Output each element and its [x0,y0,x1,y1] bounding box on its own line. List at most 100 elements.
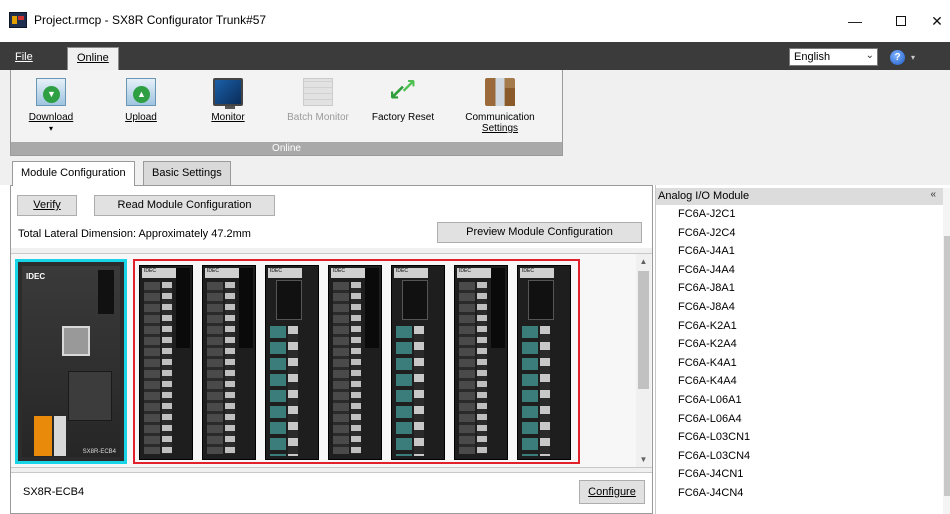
tab-basic-settings[interactable]: Basic Settings [143,161,231,185]
list-item[interactable]: FC6A-J4CN1 [656,465,941,484]
communication-settings-icon [485,78,515,106]
app-icon [9,12,27,28]
catalog-scrollbar[interactable] [943,188,950,514]
settings-label: Settings [481,123,519,134]
io-terminal-strip [459,282,475,454]
list-item[interactable]: FC6A-J2C1 [656,205,941,224]
preview-module-configuration-button[interactable]: Preview Module Configuration [437,222,642,243]
batch-monitor-icon [303,78,333,106]
io-module-7[interactable]: IDEC [517,265,571,460]
io-module-4[interactable]: IDEC [328,265,382,460]
communication-settings-button[interactable]: Communication Settings [459,78,541,146]
tab-bar: Module Configuration Basic Settings [0,159,950,186]
read-module-configuration-button[interactable]: Read Module Configuration [94,195,275,216]
cpu-led-panel [98,270,114,314]
help-icon[interactable]: ? [890,50,905,65]
io-module-6[interactable]: IDEC [454,265,508,460]
title-bar: Project.rmcp - SX8R Configurator Trunk#5… [0,0,950,42]
list-item[interactable]: FC6A-L03CN4 [656,447,941,466]
collapse-icon[interactable]: « [930,189,936,200]
catalog-scroll-thumb[interactable] [944,236,950,496]
io-pins [351,282,361,454]
scroll-up-icon[interactable]: ▲ [636,254,651,269]
list-item[interactable]: FC6A-K4A1 [656,354,941,373]
language-select[interactable]: English ⌄ [789,48,878,66]
menu-online[interactable]: Online [67,47,119,70]
monitor-label: Monitor [211,112,245,123]
io-terminal-strip [270,326,286,456]
power-terminal-icon [34,416,52,456]
list-item[interactable]: FC6A-J4A4 [656,261,941,280]
chevron-down-icon: ⌄ [865,50,874,61]
io-terminal-strip [207,282,223,454]
menu-bar: File Online English ⌄ ? ▾ [0,42,950,70]
io-module-3[interactable]: IDEC [265,265,319,460]
selected-module-name: SX8R-ECB4 [23,486,85,498]
io-module-label-strip [176,268,190,348]
monitor-button[interactable]: Monitor [203,78,253,146]
maximize-button[interactable] [878,0,924,42]
list-item[interactable]: FC6A-L03CN1 [656,428,941,447]
list-item[interactable]: FC6A-K4A4 [656,372,941,391]
upload-icon [126,78,156,106]
cpu-brand-logo: IDEC [26,272,46,281]
io-module-brand: IDEC [142,268,176,278]
download-dropdown-icon[interactable]: ▾ [22,124,80,133]
ribbon-area: Download ▾ Upload Monitor Batch Monitor … [0,70,950,159]
catalog-category-header[interactable]: Analog I/O Module « [656,188,946,205]
module-detail-bar: SX8R-ECB4 Configure [11,472,652,513]
list-item[interactable]: FC6A-K2A4 [656,335,941,354]
io-pins [162,282,172,454]
io-module-group: IDEC IDEC IDEC IDEC IDEC IDEC IDEC [133,259,580,464]
factory-reset-icon [388,74,418,106]
ribbon-group-label: Online [11,142,562,155]
list-item[interactable]: FC6A-L06A4 [656,410,941,429]
window-title: Project.rmcp - SX8R Configurator Trunk#5… [34,13,267,27]
close-button[interactable]: ✕ [924,0,950,42]
ribbon-online: Download ▾ Upload Monitor Batch Monitor … [10,70,563,156]
help-dropdown-icon[interactable]: ▾ [911,53,915,62]
io-module-brand: IDEC [205,268,239,278]
scroll-down-icon[interactable]: ▼ [636,452,651,467]
batch-monitor-button[interactable]: Batch Monitor [283,78,353,146]
list-item[interactable]: FC6A-J2C4 [656,224,941,243]
verify-button[interactable]: Verify [17,195,77,216]
catalog-module-list: FC6A-J2C1 FC6A-J2C4 FC6A-J4A1 FC6A-J4A4 … [656,205,941,503]
io-module-brand: IDEC [394,268,428,278]
menu-online-label: Online [77,52,109,64]
language-value: English [794,51,831,63]
catalog-category-label: Analog I/O Module [658,190,750,202]
io-module-window [402,280,428,320]
scroll-thumb[interactable] [638,271,649,389]
list-item[interactable]: FC6A-L06A1 [656,391,941,410]
io-module-5[interactable]: IDEC [391,265,445,460]
io-module-2[interactable]: IDEC [202,265,256,460]
cpu-model-label: SX8R-ECB4 [82,449,116,455]
io-module-brand: IDEC [268,268,302,278]
list-item[interactable]: FC6A-J4CN4 [656,484,941,503]
terminal-block-icon [54,416,66,456]
configure-label: Configure [588,486,636,498]
list-item[interactable]: FC6A-J8A1 [656,279,941,298]
io-terminal-strip [144,282,160,454]
list-item[interactable]: FC6A-K2A1 [656,317,941,336]
module-canvas-scrollbar[interactable]: ▲ ▼ [636,254,651,467]
io-module-brand: IDEC [331,268,365,278]
configure-button[interactable]: Configure [579,480,645,504]
io-module-1[interactable]: IDEC [139,265,193,460]
preview-label: Preview Module Configuration [466,226,613,238]
verify-label: Verify [33,199,61,211]
io-module-window [528,280,554,320]
cpu-module[interactable]: IDEC SX8R-ECB4 [15,259,127,464]
download-button[interactable]: Download ▾ [22,78,80,146]
upload-button[interactable]: Upload [116,78,166,146]
batch-monitor-label: Batch Monitor [287,112,349,123]
factory-reset-button[interactable]: Factory Reset [368,74,438,146]
minimize-button[interactable]: — [832,0,878,42]
tab-module-configuration[interactable]: Module Configuration [12,161,135,186]
menu-file[interactable]: File [6,47,42,69]
list-item[interactable]: FC6A-J4A1 [656,242,941,261]
cpu-cover [68,371,112,421]
list-item[interactable]: FC6A-J8A4 [656,298,941,317]
communication-label: Communication [465,112,535,123]
